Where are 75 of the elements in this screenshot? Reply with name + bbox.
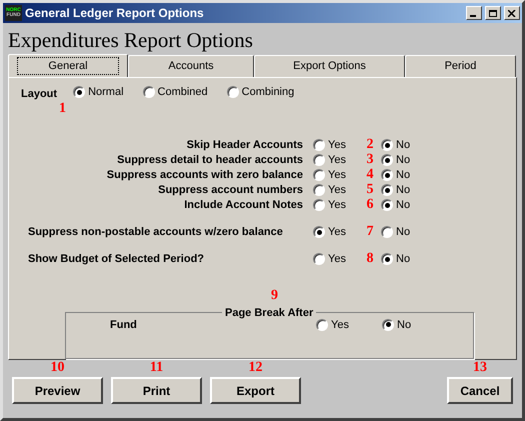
callout-number: 9	[271, 288, 278, 302]
layout-radio[interactable]	[226, 86, 239, 98]
radio-label: No	[396, 152, 410, 168]
no-radio[interactable]	[381, 169, 393, 181]
yes-radio[interactable]	[313, 253, 325, 265]
dialog-button[interactable]: Print	[111, 377, 202, 404]
no-radio[interactable]	[381, 253, 393, 265]
radio-label: Normal	[88, 85, 124, 100]
radio-label: No	[397, 318, 412, 332]
close-button[interactable]	[504, 6, 520, 20]
callout-number: 10	[50, 361, 64, 375]
yes-radio[interactable]	[313, 199, 325, 211]
dialog-button[interactable]: Export	[210, 377, 301, 404]
callout-number: 1	[59, 102, 66, 116]
radio-label: Yes	[328, 224, 346, 240]
radio-label: No	[396, 138, 410, 153]
option-label: Suppress account numbers	[157, 182, 303, 198]
no-radio[interactable]	[381, 199, 393, 211]
callout-number: 8	[366, 252, 374, 266]
no-radio[interactable]	[381, 184, 393, 196]
option-label: Show Budget of Selected Period?	[27, 252, 206, 267]
radio-label: Yes	[331, 318, 349, 332]
radio-label: Combining	[242, 85, 294, 100]
maximize-icon	[489, 10, 497, 16]
callout-number: 5	[366, 183, 374, 197]
layout-radio[interactable]	[142, 86, 155, 98]
no-radio[interactable]	[381, 226, 393, 238]
radio-label: Yes	[328, 168, 346, 183]
maximize-button[interactable]	[485, 6, 501, 20]
option-label: Suppress non-postable accounts w/zero balance	[27, 224, 284, 240]
callout-number: 2	[366, 138, 374, 152]
callout-number: 11	[150, 361, 164, 375]
radio-label: Yes	[328, 198, 346, 213]
dialog-button[interactable]: Preview	[12, 377, 103, 404]
callout-number: 3	[366, 153, 374, 167]
no-radio[interactable]	[381, 139, 393, 151]
radio-label: No	[396, 224, 410, 240]
option-label: Skip Header Accounts	[186, 138, 303, 153]
fund-label: Fund	[110, 318, 138, 332]
callout-number: 6	[366, 198, 374, 212]
dialog-button[interactable]: Cancel	[447, 377, 513, 404]
layout-label: Layout	[21, 87, 58, 102]
yes-radio[interactable]	[313, 139, 325, 151]
yes-radio[interactable]	[313, 169, 325, 181]
radio-label: No	[396, 252, 410, 267]
callout-number: 13	[473, 361, 487, 375]
tab[interactable]: Accounts	[128, 55, 254, 77]
page-heading: Expenditures Report Options	[8, 27, 254, 53]
yes-radio[interactable]	[313, 184, 325, 196]
yes-radio[interactable]	[313, 154, 325, 166]
option-label: Suppress accounts with zero balance	[106, 168, 303, 183]
option-label: Suppress detail to header accounts	[116, 152, 303, 168]
radio-label: No	[396, 168, 410, 183]
radio-label: Yes	[328, 182, 346, 198]
window-title: General Ledger Report Options	[25, 5, 205, 22]
tab[interactable]: Export Options	[254, 55, 405, 77]
no-radio[interactable]	[381, 154, 393, 166]
option-label: Include Account Notes	[183, 198, 303, 213]
yes-radio[interactable]	[316, 318, 328, 331]
callout-number: 4	[366, 168, 374, 182]
no-radio[interactable]	[382, 318, 394, 331]
radio-label: Yes	[328, 152, 346, 168]
radio-label: No	[396, 198, 410, 213]
close-icon	[508, 10, 516, 16]
yes-radio[interactable]	[313, 226, 325, 238]
layout-radio[interactable]	[73, 86, 86, 98]
callout-number: 12	[248, 361, 262, 375]
minimize-button[interactable]	[466, 6, 482, 20]
callout-number: 7	[366, 225, 374, 239]
radio-label: Yes	[328, 138, 346, 153]
radio-label: No	[396, 182, 410, 198]
radio-label: Combined	[158, 85, 208, 100]
tab[interactable]: General	[8, 54, 128, 77]
radio-label: Yes	[328, 252, 346, 267]
tab[interactable]: Period	[405, 55, 516, 77]
